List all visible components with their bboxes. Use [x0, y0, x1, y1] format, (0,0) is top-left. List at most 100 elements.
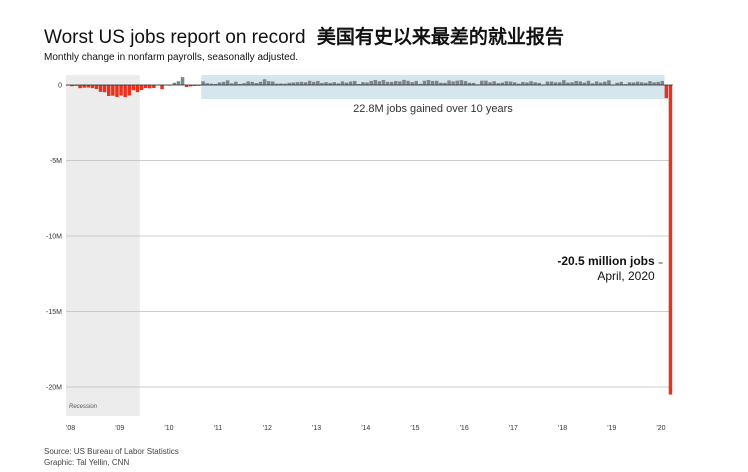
bar: [258, 81, 263, 85]
bar: [295, 82, 300, 85]
bar: [586, 80, 591, 85]
bar: [389, 81, 394, 85]
bar: [480, 80, 484, 85]
x-tick-label: '20: [656, 425, 665, 432]
bar: [266, 81, 271, 85]
bar: [111, 85, 115, 96]
bar: [98, 85, 103, 92]
bar: [447, 80, 451, 85]
bar: [410, 82, 414, 85]
bar: [512, 82, 517, 85]
bar: [385, 81, 390, 85]
bar: [131, 85, 136, 91]
bar: [652, 82, 656, 85]
bar: [135, 85, 140, 93]
bar: [398, 81, 402, 85]
bar: [262, 79, 267, 85]
bar: [402, 79, 406, 85]
bar: [377, 81, 382, 85]
bar: [648, 81, 652, 85]
bar: [594, 81, 599, 85]
bar: [574, 80, 578, 85]
bar: [324, 82, 328, 85]
y-tick-label: -15M: [46, 309, 62, 316]
bar: [94, 85, 99, 90]
x-tick-label: '18: [558, 425, 567, 432]
x-tick-label: '14: [361, 425, 370, 432]
bar: [127, 85, 131, 96]
bar: [143, 85, 148, 89]
bar: [316, 80, 320, 85]
bar: [312, 81, 316, 85]
bar: [627, 82, 632, 85]
bar: [115, 85, 119, 97]
bar: [348, 81, 353, 85]
jobs-bar-chart: Recession 22.8M jobs gained over 10 years…: [46, 75, 673, 432]
bar: [492, 81, 496, 85]
bar: [139, 85, 144, 90]
bar: [373, 80, 377, 85]
bar: [640, 82, 644, 85]
bar: [250, 81, 254, 85]
bar: [332, 82, 336, 85]
bar: [176, 81, 181, 85]
annotation-date: April, 2020: [597, 269, 655, 283]
bar: [578, 81, 582, 85]
bar: [603, 81, 607, 85]
bar: [529, 81, 533, 85]
x-tick-label: '10: [164, 425, 173, 432]
bar: [152, 85, 156, 89]
bar: [340, 81, 345, 85]
bar: [160, 85, 164, 90]
bar: [353, 80, 357, 85]
bar: [394, 80, 398, 85]
x-tick-label: '12: [263, 425, 272, 432]
bar: [369, 80, 373, 85]
bar: [102, 85, 107, 93]
bar: [225, 80, 230, 85]
source-note: Source: US Bureau of Labor Statistics Gr…: [44, 446, 179, 468]
x-tick-label: '16: [460, 425, 469, 432]
bar: [82, 85, 86, 88]
bar: [533, 82, 537, 85]
gain-period-band: [201, 75, 665, 99]
bar: [78, 85, 82, 89]
bar: [549, 81, 554, 85]
bar: [660, 80, 664, 85]
bar: [107, 85, 111, 97]
bar: [570, 82, 574, 85]
bar: [455, 80, 459, 85]
bar: [463, 81, 468, 85]
bar: [635, 81, 640, 85]
x-tick-label: '09: [115, 425, 124, 432]
bar: [664, 85, 669, 99]
bar: [607, 80, 611, 85]
bar: [414, 80, 418, 85]
bar: [90, 85, 95, 89]
bar: [361, 82, 365, 85]
bar: [381, 80, 386, 85]
bar: [221, 81, 226, 85]
bar: [484, 80, 488, 85]
bar: [422, 80, 427, 85]
bar: [656, 81, 660, 85]
bar: [303, 82, 308, 85]
bar: [558, 82, 562, 85]
x-tick-label: '19: [607, 425, 616, 432]
bar: [299, 81, 304, 85]
bar: [668, 85, 673, 395]
x-tick-label: '11: [214, 425, 223, 432]
bar: [504, 81, 509, 85]
bar: [508, 81, 513, 85]
annotation-value: -20.5 million jobs: [557, 254, 655, 268]
bar: [246, 81, 250, 85]
bar: [307, 80, 312, 85]
y-tick-label: -5M: [50, 158, 62, 165]
gain-period-label: 22.8M jobs gained over 10 years: [353, 103, 513, 115]
bar: [426, 80, 431, 85]
y-tick-label: -20M: [46, 385, 62, 392]
bar: [545, 81, 550, 85]
x-tick-label: '08: [66, 425, 75, 432]
y-tick-label: -10M: [46, 234, 62, 241]
bar: [234, 81, 238, 85]
